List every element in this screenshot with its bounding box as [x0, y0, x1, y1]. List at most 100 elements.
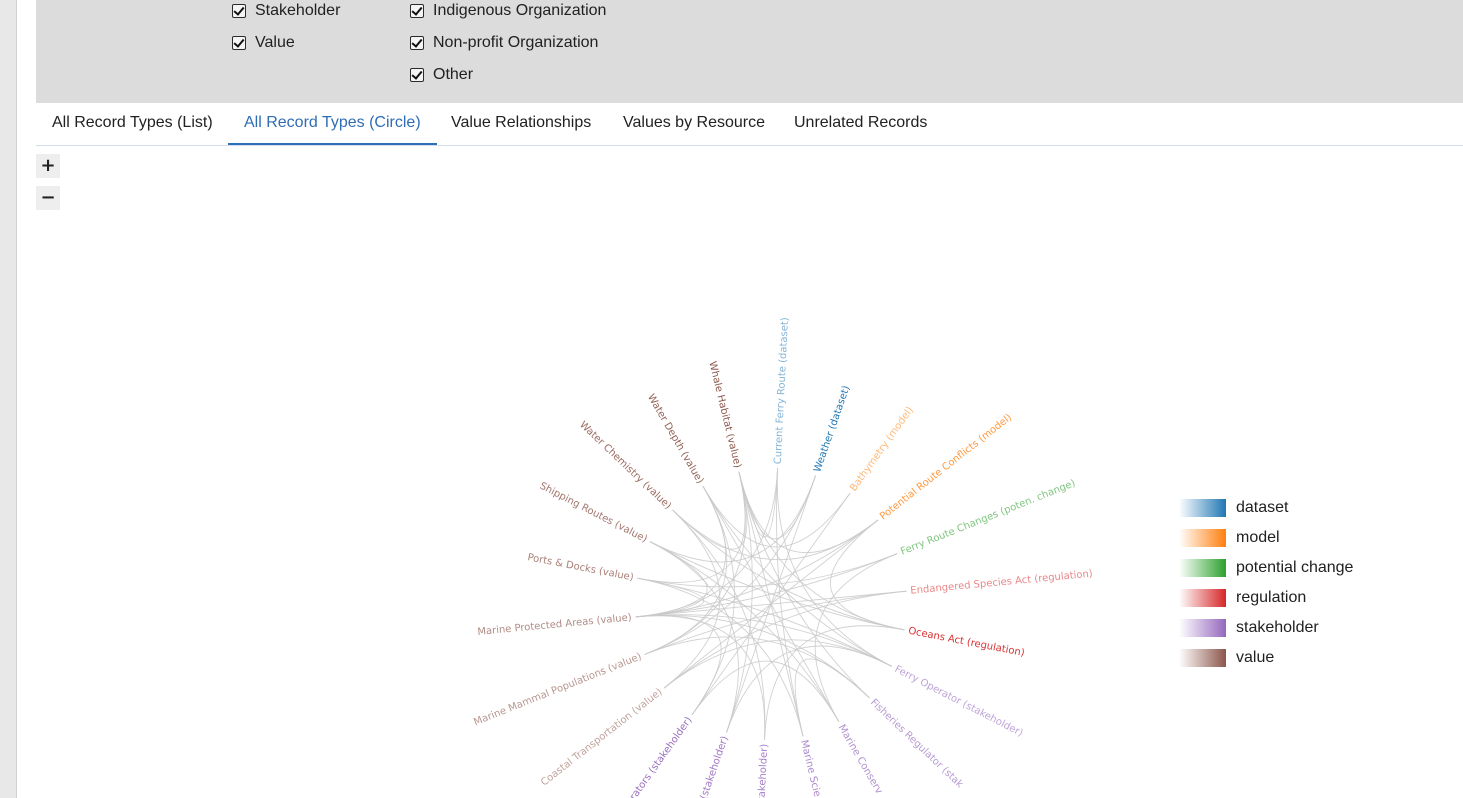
graph-labels: Current Ferry Route (dataset) Weather (da…: [472, 317, 1093, 798]
graph-node-label[interactable]: Bathymetry (model): [848, 405, 916, 494]
graph-link: [702, 485, 893, 667]
tab-all-record-types-circle[interactable]: All Record Types (Circle): [228, 103, 437, 145]
legend-swatch: [1179, 649, 1226, 667]
graph-link: [644, 590, 907, 655]
graph-link: [726, 475, 817, 733]
legend-item-regulation: regulation: [1179, 588, 1306, 608]
graph-link: [764, 625, 905, 740]
graph-link: [794, 658, 870, 737]
checkbox-checked-icon[interactable]: [410, 4, 424, 18]
legend-item-stakeholder: stakeholder: [1179, 618, 1319, 638]
checkbox-checked-icon[interactable]: [410, 68, 424, 82]
tab-values-by-resource[interactable]: Values by Resource: [607, 103, 781, 145]
graph-link: [649, 475, 817, 563]
filter-label: Other: [433, 66, 474, 83]
graph-link: [635, 615, 722, 715]
graph-node-label[interactable]: or (stakeholder): [694, 735, 731, 798]
graph-link: [644, 485, 728, 655]
filter-label: Value: [255, 34, 295, 51]
graph-node-label[interactable]: Marine Protected Areas (value): [477, 612, 632, 638]
legend-swatch: [1179, 619, 1226, 637]
graph-node-label[interactable]: Ferry Operator (stakeholder): [893, 664, 1025, 739]
legend-swatch: [1179, 499, 1226, 517]
graph-link: [635, 615, 766, 740]
checkbox-checked-icon[interactable]: [232, 4, 246, 18]
graph-link: [644, 475, 817, 655]
graph-link: [644, 471, 746, 655]
graph-node-label[interactable]: Marine Scie: [798, 739, 822, 798]
graph-node-label[interactable]: stakeholder): [756, 743, 770, 798]
graph-node-label[interactable]: Potential Route Conflicts (model): [878, 412, 1014, 522]
graph-link: [776, 468, 893, 667]
legend-swatch: [1179, 589, 1226, 607]
graph-link: [635, 614, 870, 699]
graph-link: [672, 509, 766, 740]
legend-swatch: [1179, 559, 1226, 577]
graph-link: [830, 519, 905, 631]
tab-value-relationships[interactable]: Value Relationships: [435, 103, 607, 145]
graph-link: [637, 471, 746, 583]
graph-node-label[interactable]: Endangered Species Act (regulation): [910, 569, 1093, 597]
graph-link: [637, 553, 898, 588]
graph-node-label[interactable]: Marine Conserv: [836, 723, 885, 796]
graph-link: [672, 509, 879, 560]
graph-node-label[interactable]: Oceans Act (regulation): [907, 626, 1025, 659]
view-tabs: All Record Types (List) All Record Types…: [36, 103, 1463, 146]
graph-link: [663, 509, 721, 689]
graph-link: [738, 471, 870, 699]
filter-nonprofit-organization[interactable]: Non-profit Organization: [410, 33, 598, 53]
graph-link: [635, 519, 879, 618]
legend-item-model: model: [1179, 528, 1280, 548]
filter-label: Stakeholder: [255, 2, 341, 19]
graph-link: [635, 468, 779, 618]
legend-item-value: value: [1179, 648, 1274, 668]
left-rail: [0, 0, 17, 798]
graph-link: [702, 485, 851, 548]
filter-stakeholder[interactable]: Stakeholder: [232, 1, 340, 21]
graph-node-label[interactable]: Fisheries Regulator (stak: [868, 697, 965, 790]
graph-node-label[interactable]: Ferry Route Changes (poten. change): [899, 478, 1077, 558]
graph-node-label[interactable]: r Operators (stakeholder): [612, 715, 695, 798]
graph-node-label[interactable]: Water Depth (value): [645, 392, 705, 485]
graph-node-label[interactable]: Water Chemistry (value): [577, 419, 673, 511]
filter-value[interactable]: Value: [232, 33, 295, 53]
graph-node-label[interactable]: Whale Habitat (value): [706, 360, 743, 469]
graph-node-label[interactable]: Weather (dataset): [812, 384, 852, 474]
tab-unrelated-records[interactable]: Unrelated Records: [778, 103, 943, 145]
graph-node-label[interactable]: Shipping Routes (value): [538, 481, 649, 546]
tab-all-record-types-list[interactable]: All Record Types (List): [36, 103, 229, 145]
legend-swatch: [1179, 529, 1226, 547]
zoom-in-button[interactable]: +: [36, 154, 60, 178]
graph-link: [663, 519, 879, 689]
graph-link: [637, 577, 893, 667]
zoom-out-button[interactable]: −: [36, 186, 60, 210]
filter-label: Non-profit Organization: [433, 34, 599, 51]
graph-link: [644, 636, 870, 699]
checkbox-checked-icon[interactable]: [232, 36, 246, 50]
graph-link: [691, 493, 851, 715]
graph-link: [776, 468, 804, 737]
legend-label: stakeholder: [1236, 619, 1319, 636]
graph-node-label[interactable]: Ports & Docks (value): [527, 552, 635, 583]
graph-node-label[interactable]: Coastal Transportation (value): [539, 687, 665, 789]
graph-link: [691, 485, 735, 715]
graph-link: [672, 509, 905, 631]
filter-panel: Stakeholder Value Indigenous Organizatio…: [36, 0, 1463, 103]
graph-link: [738, 471, 817, 540]
graph-node-label[interactable]: Current Ferry Route (dataset): [773, 317, 791, 465]
graph-link: [726, 645, 893, 733]
graph-link: [635, 577, 705, 618]
graph-link: [738, 468, 779, 538]
graph-link: [649, 541, 840, 723]
filter-indigenous-organization[interactable]: Indigenous Organization: [410, 1, 606, 21]
graph-link: [635, 553, 898, 618]
filter-other[interactable]: Other: [410, 65, 473, 85]
graph-link: [649, 541, 905, 631]
legend-label: regulation: [1236, 589, 1307, 606]
legend-label: model: [1236, 529, 1280, 546]
graph-link: [635, 485, 727, 618]
graph-node-label[interactable]: Marine Mammal Populations (value): [472, 651, 643, 728]
legend-label: value: [1236, 649, 1275, 666]
checkbox-checked-icon[interactable]: [410, 36, 424, 50]
graph-link: [635, 614, 893, 667]
